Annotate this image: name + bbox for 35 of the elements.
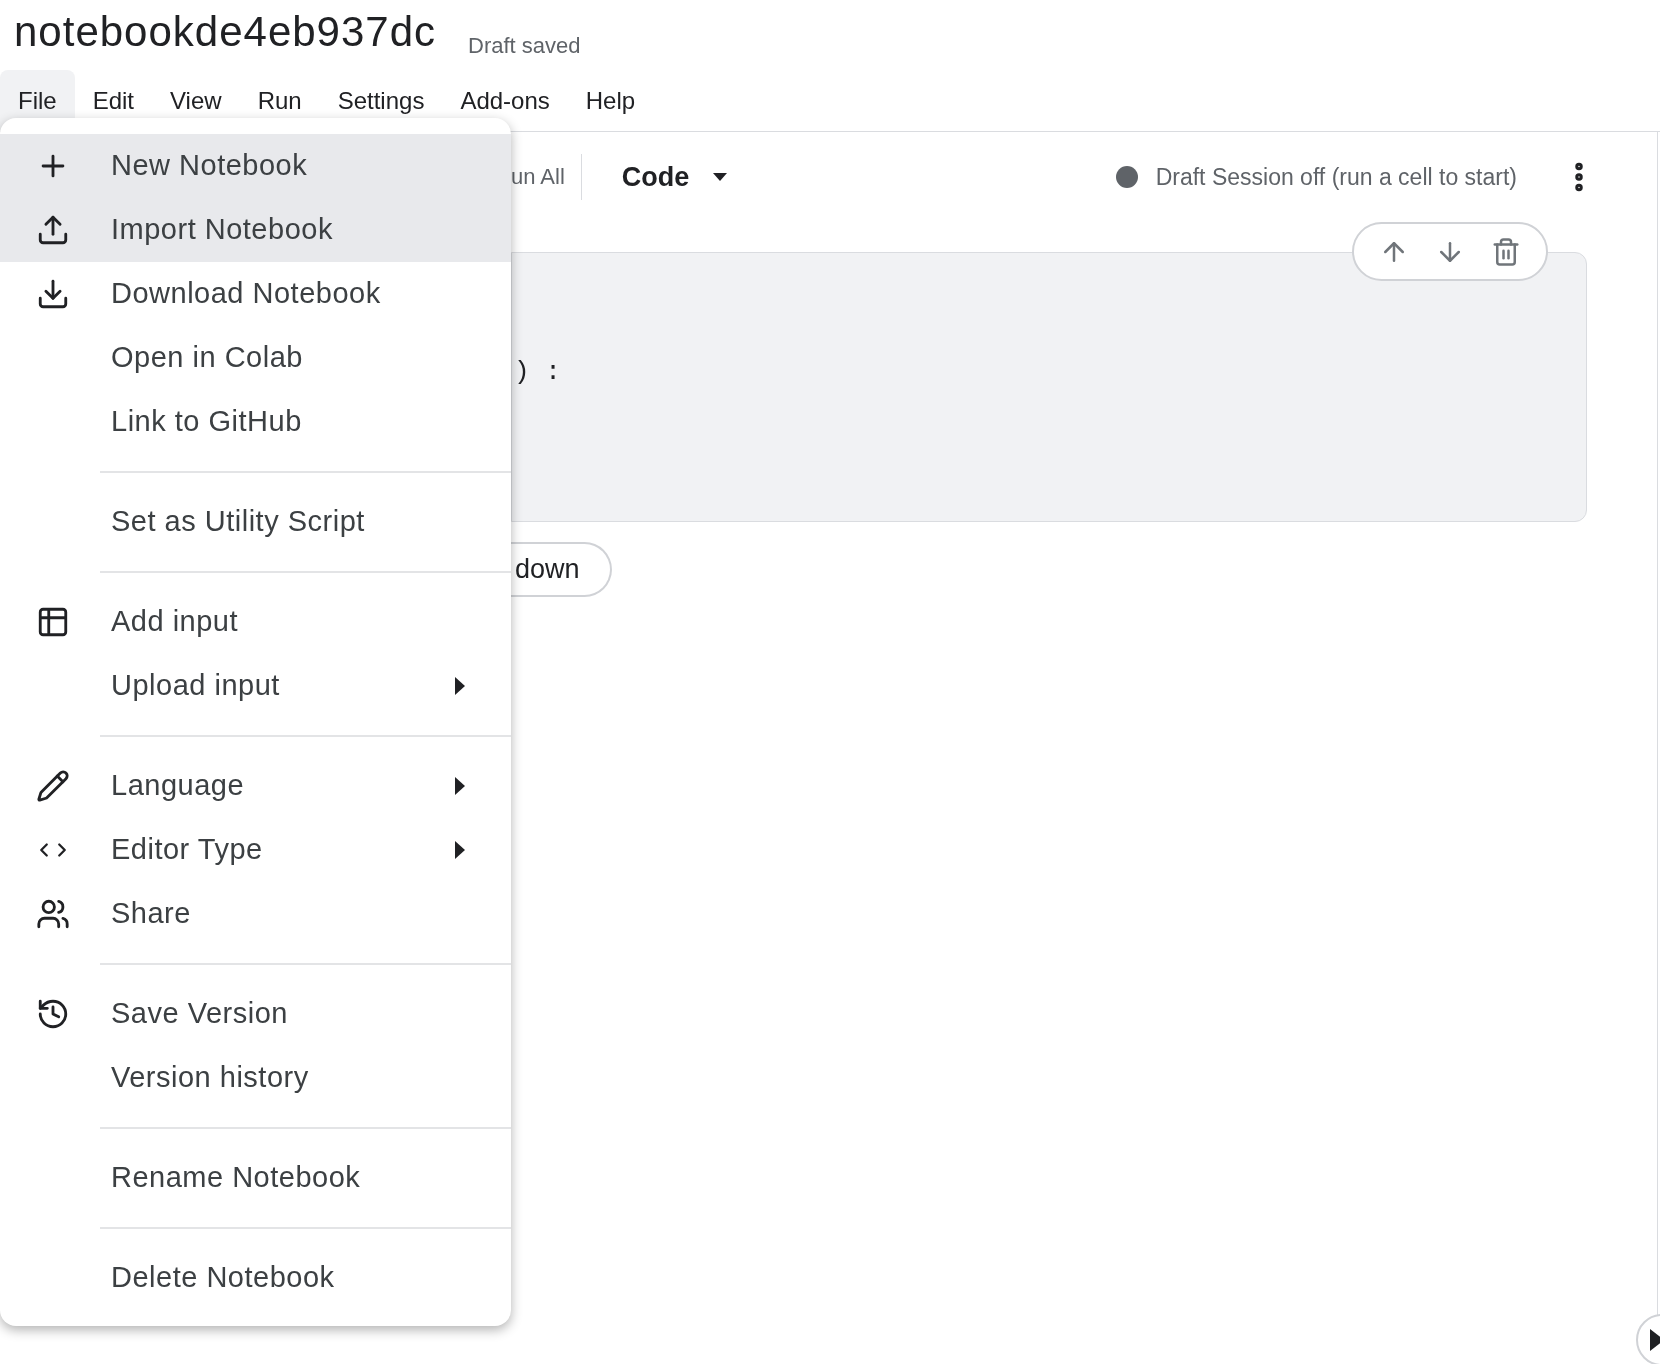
menu-item[interactable]: Save Version: [0, 982, 511, 1046]
menu-item[interactable]: Share: [0, 882, 511, 946]
menu-item[interactable]: Upload input: [0, 654, 511, 718]
cell-type-dropdown[interactable]: Code: [621, 156, 728, 198]
menu-item[interactable]: New Notebook: [0, 134, 511, 198]
menu-bar-item[interactable]: Edit: [74, 70, 153, 131]
menu-item[interactable]: Delete Notebook: [0, 1246, 511, 1310]
menu-bar-item[interactable]: Help: [567, 70, 654, 131]
session-status: Draft Session off (run a cell to start): [1155, 162, 1517, 192]
menu-bar-item[interactable]: Settings: [319, 70, 443, 131]
menu-item[interactable]: Add input: [0, 590, 511, 654]
caret-icon: [713, 173, 728, 181]
submenu-arrow-icon: [455, 677, 465, 695]
menu-item[interactable]: Link to GitHub: [0, 390, 511, 454]
menu-item[interactable]: Language: [0, 754, 511, 818]
code-text: ) :: [514, 357, 561, 387]
pencil-icon: [35, 769, 70, 803]
menu-bar-item[interactable]: Run: [239, 70, 320, 131]
notebook-title[interactable]: notebookde4eb937dc: [14, 8, 437, 56]
menu-item[interactable]: Import Notebook: [0, 198, 511, 262]
people-icon: [35, 897, 70, 931]
submenu-arrow-icon: [455, 841, 465, 859]
save-status: Draft saved: [468, 32, 581, 60]
submenu-arrow-icon: [455, 777, 465, 795]
status-dot-icon: [1115, 166, 1138, 188]
menu-item[interactable]: Version history: [0, 1046, 511, 1110]
menu-bar-item[interactable]: View: [152, 70, 240, 131]
menu-bar-item[interactable]: Add-ons: [442, 70, 568, 131]
menu-item[interactable]: Open in Colab: [0, 326, 511, 390]
menu-item[interactable]: Editor Type: [0, 818, 511, 882]
trash-icon[interactable]: [1491, 236, 1521, 267]
menu-item[interactable]: Rename Notebook: [0, 1146, 511, 1210]
play-icon: [1650, 1329, 1660, 1351]
menu-item[interactable]: Set as Utility Script: [0, 490, 511, 554]
menu-item[interactable]: Download Notebook: [0, 262, 511, 326]
